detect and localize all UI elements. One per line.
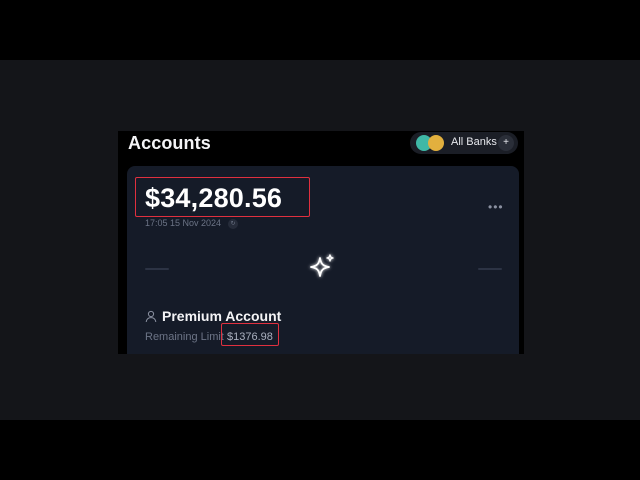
balance-timestamp: 17:05 15 Nov 2024 [145, 218, 222, 228]
bank-selector-button[interactable]: All Banks + [410, 132, 518, 154]
card-divider-left [145, 268, 169, 270]
more-icon[interactable]: ••• [488, 200, 504, 214]
user-icon [145, 310, 157, 323]
card-divider-right [478, 268, 502, 270]
video-letterbox-bottom [0, 420, 640, 480]
refresh-icon[interactable]: ↻ [228, 219, 238, 229]
add-bank-icon[interactable]: + [498, 135, 514, 151]
page-title: Accounts [128, 133, 211, 153]
account-card[interactable]: $34,280.56 17:05 15 Nov 2024 ↻ ••• Premi… [127, 166, 519, 354]
bank-logo-icon [428, 135, 444, 151]
remaining-limit-label: Remaining Limit [145, 331, 224, 343]
video-letterbox-top [0, 0, 640, 60]
sparkle-icon[interactable] [305, 250, 339, 284]
account-name: Premium Account [162, 308, 282, 324]
accounts-screen: Accounts All Banks + $34,280.56 17:05 15… [118, 131, 524, 354]
account-balance: $34,280.56 [145, 183, 283, 213]
bank-selector-label: All Banks [451, 136, 497, 148]
remaining-limit-value: $1376.98 [227, 331, 273, 343]
